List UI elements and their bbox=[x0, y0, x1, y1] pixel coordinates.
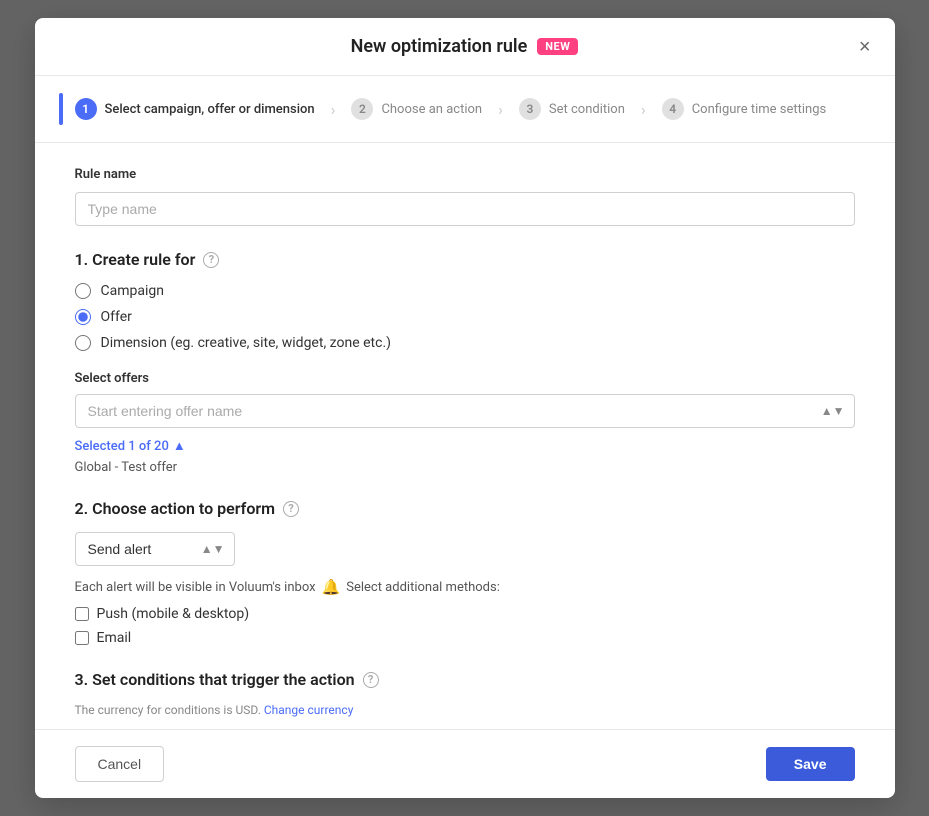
checkbox-email-label: Email bbox=[97, 630, 132, 646]
modal-overlay: New optimization rule NEW × 1 Select cam… bbox=[0, 0, 929, 816]
create-rule-radio-group: Campaign Offer Dimension (eg. creative, … bbox=[75, 283, 855, 351]
step-3[interactable]: 3 Set condition bbox=[503, 92, 641, 126]
step-1-number: 1 bbox=[75, 98, 97, 120]
cancel-button[interactable]: Cancel bbox=[75, 746, 165, 782]
radio-dimension[interactable]: Dimension (eg. creative, site, widget, z… bbox=[75, 335, 855, 351]
rule-name-input[interactable] bbox=[75, 192, 855, 226]
step-2[interactable]: 2 Choose an action bbox=[335, 92, 498, 126]
create-rule-help-icon[interactable]: ? bbox=[203, 252, 219, 268]
choose-action-help-icon[interactable]: ? bbox=[283, 501, 299, 517]
checkbox-push[interactable]: Push (mobile & desktop) bbox=[75, 606, 855, 622]
radio-offer-label: Offer bbox=[101, 309, 132, 325]
step-3-label: Set condition bbox=[549, 102, 625, 117]
radio-dimension-input[interactable] bbox=[75, 335, 91, 351]
choose-action-title: 2. Choose action to perform ? bbox=[75, 499, 855, 518]
selected-offer-item: Global - Test offer bbox=[75, 460, 855, 475]
radio-offer[interactable]: Offer bbox=[75, 309, 855, 325]
modal-title: New optimization rule NEW bbox=[351, 36, 579, 57]
radio-dimension-label: Dimension (eg. creative, site, widget, z… bbox=[101, 335, 392, 351]
save-button[interactable]: Save bbox=[766, 747, 855, 781]
modal-dialog: New optimization rule NEW × 1 Select cam… bbox=[35, 18, 895, 798]
create-rule-title: 1. Create rule for ? bbox=[75, 250, 855, 269]
alert-info-text: Each alert will be visible in Voluum's i… bbox=[75, 578, 855, 596]
select-offers-wrapper: Start entering offer name ▲▼ bbox=[75, 394, 855, 428]
step-2-number: 2 bbox=[351, 98, 373, 120]
close-button[interactable]: × bbox=[855, 33, 875, 61]
step-4[interactable]: 4 Configure time settings bbox=[646, 92, 843, 126]
currency-note: The currency for conditions is USD. Chan… bbox=[75, 703, 855, 717]
step-2-label: Choose an action bbox=[381, 102, 482, 117]
modal-header: New optimization rule NEW × bbox=[35, 18, 895, 76]
conditions-help-icon[interactable]: ? bbox=[363, 672, 379, 688]
select-offers-section: Select offers Start entering offer name … bbox=[75, 371, 855, 475]
conditions-title: 3. Set conditions that trigger the actio… bbox=[75, 670, 855, 689]
select-offers-dropdown[interactable]: Start entering offer name bbox=[75, 394, 855, 428]
new-badge: NEW bbox=[537, 38, 578, 55]
checkbox-email-input[interactable] bbox=[75, 631, 89, 645]
checkbox-push-input[interactable] bbox=[75, 607, 89, 621]
checkbox-group: Push (mobile & desktop) Email bbox=[75, 606, 855, 646]
change-currency-link[interactable]: Change currency bbox=[264, 703, 354, 717]
choose-action-section: 2. Choose action to perform ? Send alert… bbox=[75, 499, 855, 646]
checkbox-push-label: Push (mobile & desktop) bbox=[97, 606, 250, 622]
modal-footer: Cancel Save bbox=[35, 729, 895, 798]
action-select-dropdown[interactable]: Send alert Pause Activate bbox=[75, 532, 235, 566]
selected-offers-info[interactable]: Selected 1 of 20 ▲ bbox=[75, 438, 855, 454]
select-offers-label: Select offers bbox=[75, 371, 855, 386]
bell-icon: 🔔 bbox=[322, 578, 341, 596]
step-4-label: Configure time settings bbox=[692, 102, 827, 117]
create-rule-section: 1. Create rule for ? Campaign Offer Dime… bbox=[75, 250, 855, 351]
rule-name-label: Rule name bbox=[75, 167, 855, 182]
step-1[interactable]: 1 Select campaign, offer or dimension bbox=[59, 92, 331, 126]
radio-offer-input[interactable] bbox=[75, 309, 91, 325]
rule-name-section: Rule name bbox=[75, 167, 855, 226]
radio-campaign-label: Campaign bbox=[101, 283, 164, 299]
conditions-section: 3. Set conditions that trigger the actio… bbox=[75, 670, 855, 729]
action-select-wrapper: Send alert Pause Activate ▲▼ bbox=[75, 532, 235, 566]
radio-campaign[interactable]: Campaign bbox=[75, 283, 855, 299]
modal-title-text: New optimization rule bbox=[351, 36, 528, 57]
step-4-number: 4 bbox=[662, 98, 684, 120]
stepper: 1 Select campaign, offer or dimension › … bbox=[35, 76, 895, 143]
radio-campaign-input[interactable] bbox=[75, 283, 91, 299]
step-1-label: Select campaign, offer or dimension bbox=[105, 102, 315, 117]
step-3-number: 3 bbox=[519, 98, 541, 120]
chevron-up-icon: ▲ bbox=[173, 438, 186, 454]
checkbox-email[interactable]: Email bbox=[75, 630, 855, 646]
modal-body: Rule name 1. Create rule for ? Campaign bbox=[35, 143, 895, 729]
